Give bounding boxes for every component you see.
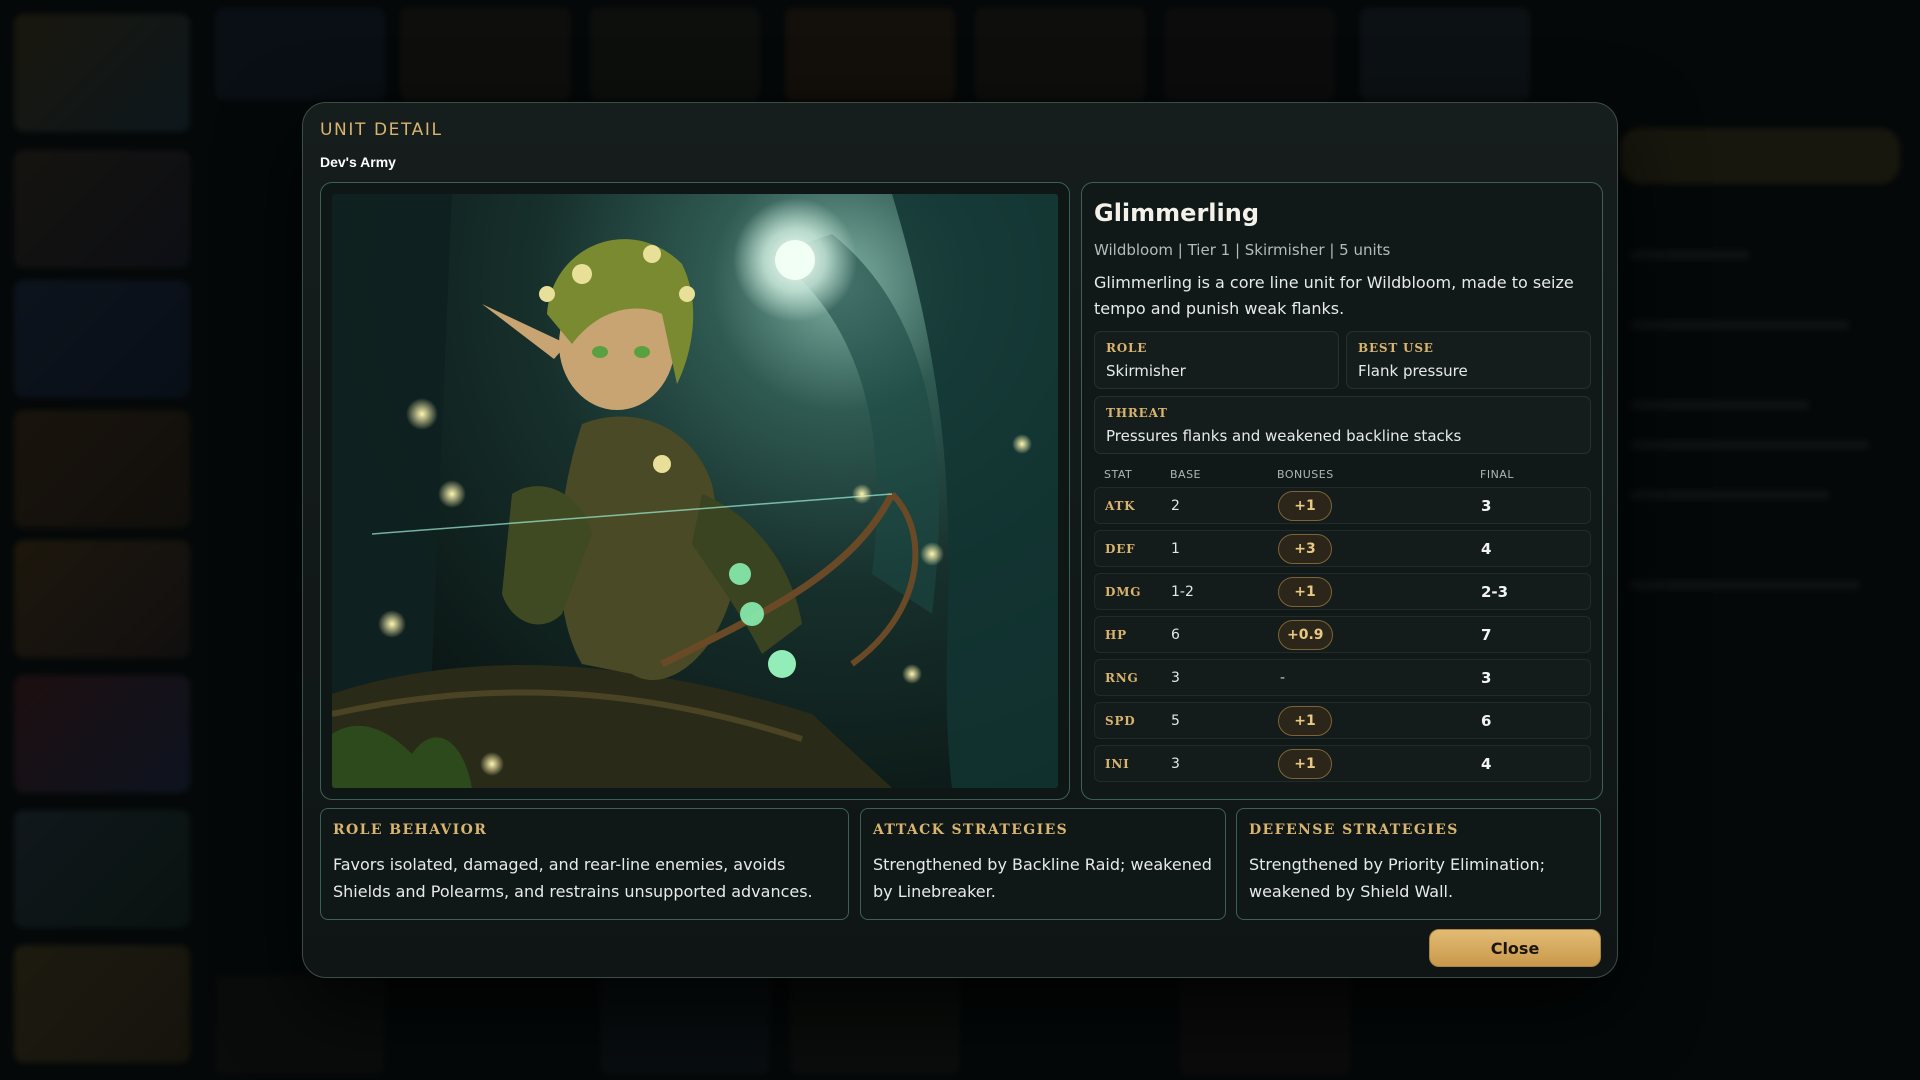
stat-base: 3 (1171, 755, 1180, 772)
role-value: Skirmisher (1106, 362, 1186, 380)
stat-row-def: DEF 1 +3 4 (1094, 530, 1591, 567)
unit-portrait-frame (320, 182, 1070, 800)
stat-name: HP (1105, 627, 1127, 642)
stat-row-spd: SPD 5 +1 6 (1094, 702, 1591, 739)
stat-name: SPD (1105, 713, 1136, 728)
stat-row-dmg: DMG 1-2 +1 2-3 (1094, 573, 1591, 610)
bonuses-column-header: BONUSES (1277, 468, 1334, 481)
unit-detail-modal: UNIT DETAIL Dev's Army Glimmerling Wildb… (302, 102, 1618, 978)
unit-info-panel: Glimmerling Wildbloom | Tier 1 | Skirmis… (1081, 182, 1603, 800)
best-use-value: Flank pressure (1358, 362, 1468, 380)
stat-column-header: STAT (1104, 468, 1133, 481)
stat-bonus-cell: +1 (1278, 576, 1481, 607)
elf-archer-illustration (332, 194, 1058, 788)
stat-bonus-cell: +3 (1278, 533, 1481, 564)
bonus-badge[interactable]: +1 (1278, 490, 1332, 521)
bonus-badge[interactable]: +1 (1278, 748, 1332, 779)
unit-meta: Wildbloom | Tier 1 | Skirmisher | 5 unit… (1094, 241, 1391, 259)
stat-final: 2-3 (1481, 582, 1509, 601)
threat-card: THREAT Pressures flanks and weakened bac… (1094, 396, 1591, 454)
bonus-badge[interactable]: +3 (1278, 533, 1332, 564)
defense-strategies-label: DEFENSE STRATEGIES (1249, 822, 1459, 838)
best-use-card: BEST USE Flank pressure (1346, 331, 1591, 389)
stat-base: 5 (1171, 712, 1180, 729)
stat-row-atk: ATK 2 +1 3 (1094, 487, 1591, 524)
base-column-header: BASE (1170, 468, 1202, 481)
stat-base: 1 (1171, 540, 1180, 557)
defense-strategies-text: Strengthened by Priority Elimination; we… (1249, 855, 1546, 901)
stat-bonus-cell: - (1278, 670, 1481, 686)
role-behavior-box: ROLE BEHAVIOR Favors isolated, damaged, … (320, 808, 849, 920)
unit-description: Glimmerling is a core line unit for Wild… (1094, 273, 1574, 318)
stat-base: 3 (1171, 669, 1180, 686)
unit-portrait-image (332, 194, 1058, 788)
army-name: Dev's Army (320, 154, 396, 170)
modal-title: UNIT DETAIL (320, 120, 443, 140)
stat-base: 1-2 (1171, 583, 1194, 600)
stat-row-rng: RNG 3 - 3 (1094, 659, 1591, 696)
stat-final: 6 (1481, 711, 1492, 730)
role-behavior-label: ROLE BEHAVIOR (333, 822, 488, 838)
unit-name: Glimmerling (1094, 199, 1259, 227)
defense-strategies-box: DEFENSE STRATEGIES Strengthened by Prior… (1236, 808, 1601, 920)
role-behavior-text: Favors isolated, damaged, and rear-line … (333, 855, 813, 901)
stat-final: 3 (1481, 668, 1492, 687)
stats-table: ATK 2 +1 3 DEF 1 +3 4 DMG 1-2 +1 2-3 HP … (1094, 487, 1591, 782)
stat-bonus-cell: +0.9 (1278, 619, 1481, 650)
stats-table-header: STAT BASE BONUSES FINAL (1094, 468, 1591, 481)
bonus-badge[interactable]: +1 (1278, 705, 1332, 736)
stat-name: RNG (1105, 670, 1139, 685)
best-use-label: BEST USE (1358, 341, 1434, 355)
stat-name: ATK (1105, 498, 1136, 513)
close-button[interactable]: Close (1429, 929, 1601, 967)
threat-value: Pressures flanks and weakened backline s… (1106, 427, 1462, 445)
stat-bonus-cell: +1 (1278, 705, 1481, 736)
stat-final: 4 (1481, 754, 1492, 773)
stat-bonus-cell: +1 (1278, 490, 1481, 521)
final-column-header: FINAL (1480, 468, 1514, 481)
stat-row-hp: HP 6 +0.9 7 (1094, 616, 1591, 653)
stat-name: DEF (1105, 541, 1136, 556)
attack-strategies-box: ATTACK STRATEGIES Strengthened by Backli… (860, 808, 1226, 920)
stat-row-ini: INI 3 +1 4 (1094, 745, 1591, 782)
bonus-badge[interactable]: +0.9 (1278, 619, 1333, 650)
threat-label: THREAT (1106, 406, 1168, 420)
attack-strategies-label: ATTACK STRATEGIES (873, 822, 1069, 838)
stat-final: 7 (1481, 625, 1492, 644)
stat-base: 6 (1171, 626, 1180, 643)
stat-bonus-cell: +1 (1278, 748, 1481, 779)
stat-final: 4 (1481, 539, 1492, 558)
bonus-badge[interactable]: +1 (1278, 576, 1332, 607)
stat-final: 3 (1481, 496, 1492, 515)
stat-name: DMG (1105, 584, 1142, 599)
role-label: ROLE (1106, 341, 1148, 355)
stat-base: 2 (1171, 497, 1180, 514)
no-bonus: - (1280, 669, 1286, 686)
attack-strategies-text: Strengthened by Backline Raid; weakened … (873, 855, 1212, 901)
role-card: ROLE Skirmisher (1094, 331, 1339, 389)
stat-name: INI (1105, 756, 1130, 771)
unit-facts-row: ROLE Skirmisher BEST USE Flank pressure (1094, 331, 1591, 389)
